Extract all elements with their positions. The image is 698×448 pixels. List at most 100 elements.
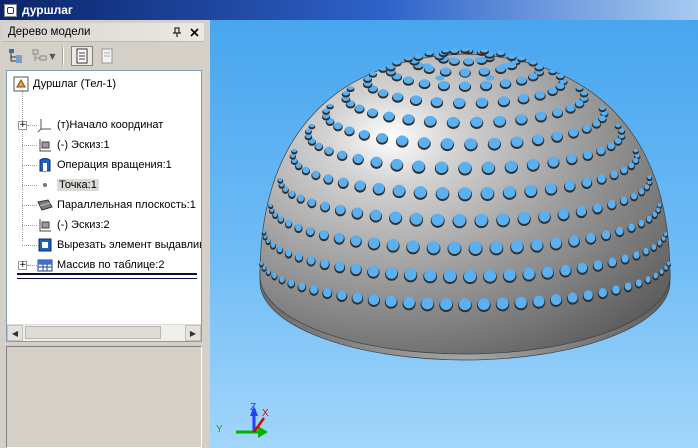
table-pattern-icon bbox=[37, 257, 53, 273]
hole bbox=[607, 199, 616, 209]
hole bbox=[404, 56, 412, 61]
hole bbox=[393, 60, 401, 65]
hole bbox=[532, 134, 544, 145]
pin-icon[interactable] bbox=[170, 25, 184, 39]
tree-end-marker bbox=[17, 273, 197, 279]
hole bbox=[403, 114, 414, 124]
tree-item-revolve[interactable]: Операция вращения:1 bbox=[37, 156, 172, 174]
document-properties-icon[interactable] bbox=[96, 46, 118, 66]
tree-connector bbox=[22, 91, 23, 241]
properties-area bbox=[6, 346, 202, 448]
hole bbox=[582, 177, 592, 187]
hole bbox=[310, 285, 318, 294]
hole bbox=[667, 261, 671, 266]
hole bbox=[548, 87, 558, 95]
tree-item-table-pattern[interactable]: Массив по таблице:2 bbox=[37, 256, 164, 274]
hole bbox=[615, 123, 621, 128]
tree-connector bbox=[22, 245, 37, 246]
hole bbox=[368, 237, 380, 249]
close-icon[interactable] bbox=[187, 25, 201, 39]
hole bbox=[664, 232, 668, 237]
tree-root[interactable]: Дуршлаг (Тел-1) bbox=[13, 75, 116, 93]
hole bbox=[529, 60, 537, 65]
colander-model[interactable]: Y Z X bbox=[210, 20, 698, 448]
hole bbox=[664, 265, 668, 270]
hole bbox=[322, 108, 330, 113]
axis-z-label: Z bbox=[250, 402, 256, 413]
hole bbox=[371, 156, 382, 167]
tree-view-mode-icon[interactable]: ▼ bbox=[30, 46, 58, 66]
model-tree[interactable]: Дуршлаг (Тел-1) + (т)Начало координат (-… bbox=[6, 70, 202, 342]
hole bbox=[458, 187, 472, 200]
tree-horizontal-scrollbar[interactable]: ◀ ▶ bbox=[7, 324, 201, 341]
hole bbox=[352, 207, 363, 218]
hole bbox=[438, 80, 450, 90]
hole bbox=[548, 156, 559, 167]
expand-icon[interactable]: + bbox=[18, 261, 27, 270]
hole bbox=[630, 192, 638, 200]
hole bbox=[441, 138, 454, 150]
hole bbox=[353, 153, 364, 164]
tree-item-origin[interactable]: (т)Начало координат bbox=[37, 116, 163, 134]
hole bbox=[586, 232, 596, 243]
hole bbox=[511, 240, 523, 253]
hole bbox=[503, 186, 516, 198]
hole bbox=[496, 50, 505, 56]
hole bbox=[618, 128, 625, 133]
hole bbox=[656, 207, 661, 213]
hole bbox=[552, 131, 563, 141]
revolve-icon bbox=[37, 157, 53, 173]
hole bbox=[345, 126, 354, 135]
model-viewport[interactable]: Y Z X bbox=[210, 20, 698, 448]
hole bbox=[424, 115, 436, 126]
tree-item-label: Точка:1 bbox=[57, 179, 99, 191]
hole bbox=[414, 186, 427, 198]
hole bbox=[448, 241, 461, 255]
hole bbox=[494, 115, 506, 126]
hole bbox=[528, 72, 538, 80]
hole bbox=[414, 54, 423, 59]
hole bbox=[535, 64, 544, 70]
hole bbox=[458, 161, 472, 174]
hole bbox=[621, 254, 629, 263]
hole bbox=[350, 235, 361, 246]
expand-icon[interactable]: + bbox=[18, 121, 27, 130]
tree-structure-icon[interactable] bbox=[5, 46, 27, 66]
hole bbox=[659, 269, 664, 275]
hole bbox=[635, 279, 642, 287]
toolbar-separator bbox=[62, 47, 64, 65]
tree-item-sketch-2[interactable]: (-) Эскиз:2 bbox=[37, 216, 110, 234]
hole bbox=[435, 75, 445, 81]
document-list-icon[interactable] bbox=[71, 46, 93, 66]
scroll-track[interactable] bbox=[23, 325, 185, 341]
hole bbox=[614, 138, 622, 144]
hole bbox=[391, 158, 403, 170]
hole bbox=[628, 223, 635, 232]
hole bbox=[335, 261, 345, 272]
hole bbox=[568, 128, 579, 137]
hole bbox=[511, 136, 523, 147]
scroll-thumb[interactable] bbox=[25, 326, 161, 339]
hole bbox=[469, 241, 482, 255]
tree-item-sketch-1[interactable]: (-) Эскиз:1 bbox=[37, 136, 110, 154]
hole bbox=[556, 82, 565, 90]
tree-item-plane[interactable]: Параллельная плоскость:1 bbox=[37, 196, 196, 214]
hole bbox=[295, 252, 303, 261]
hole bbox=[593, 203, 602, 213]
tree-item-point[interactable]: Точка:1 bbox=[37, 176, 99, 194]
hole bbox=[653, 272, 658, 279]
hole bbox=[597, 146, 605, 155]
scroll-right-icon[interactable]: ▶ bbox=[185, 325, 201, 341]
hole bbox=[644, 184, 650, 190]
chevron-down-icon: ▼ bbox=[49, 51, 56, 61]
hole bbox=[535, 111, 546, 121]
scroll-left-icon[interactable]: ◀ bbox=[7, 325, 23, 341]
axis-x-label: X bbox=[262, 408, 269, 419]
hole bbox=[278, 215, 284, 222]
hole bbox=[481, 186, 494, 199]
tree-item-label: Операция вращения:1 bbox=[57, 159, 172, 171]
hole bbox=[638, 219, 645, 227]
tree-item-label: (-) Эскиз:2 bbox=[57, 219, 110, 231]
hole bbox=[463, 57, 474, 65]
tree-item-cut-extrude[interactable]: Вырезать элемент выдавливания:1 bbox=[37, 236, 201, 254]
